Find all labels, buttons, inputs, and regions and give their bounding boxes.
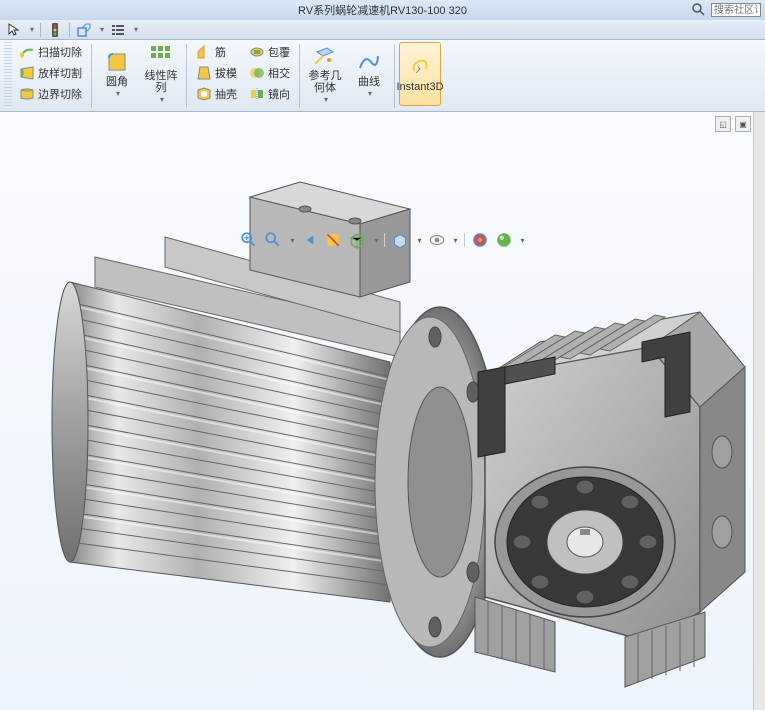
lofted-cut-button[interactable]: 放样切割 [16,63,85,83]
boundary-cut-button[interactable]: 边界切除 [16,84,85,104]
fillet-icon [105,50,129,74]
instant3d-icon [408,55,432,79]
viewport-corner-controls: ◱ ▣ [715,116,751,132]
dropdown-arrow-icon: ▾ [116,90,120,99]
vertical-scrollbar[interactable] [753,112,765,710]
dropdown-arrow-icon[interactable]: ▾ [374,236,378,245]
lofted-cut-icon [19,65,35,81]
search-icon [691,2,707,18]
fillet-label: 圆角 [106,76,128,88]
boundary-cut-icon [19,86,35,102]
dropdown-arrow-icon[interactable]: ▾ [100,25,104,34]
separator [299,44,300,108]
boundary-cut-label: 边界切除 [38,86,82,102]
swept-cut-label: 扫描切除 [38,44,82,60]
wrap-button[interactable]: 包覆 [246,42,293,62]
separator [384,233,385,247]
linear-pattern-button[interactable]: 线性阵列 ▾ [140,42,182,106]
intersect-icon [249,65,265,81]
intersect-button[interactable]: 相交 [246,63,293,83]
reference-geometry-button[interactable]: 参考几何体 ▾ [304,42,346,106]
dropdown-arrow-icon[interactable]: ▾ [134,25,138,34]
mirror-icon [249,86,265,102]
wrap-label: 包覆 [268,44,290,60]
title-bar: RV系列蜗轮减速机RV130-100 320 [0,0,765,20]
wrap-icon [249,44,265,60]
rib-button[interactable]: 筋 [193,42,240,62]
window-title: RV系列蜗轮减速机RV130-100 320 [298,2,467,18]
refgeom-label: 参考几何体 [304,70,346,94]
curves-label: 曲线 [358,76,380,88]
hide-show-icon[interactable] [428,231,446,249]
3d-model-render [10,142,750,702]
gearbox-housing [475,312,745,687]
scene-icon[interactable] [495,231,513,249]
sketch-icon[interactable] [76,22,92,38]
shell-button[interactable]: 抽壳 [193,84,240,104]
appearance-icon[interactable] [471,231,489,249]
viewport-maximize-icon[interactable]: ▣ [735,116,751,132]
mirror-label: 镜向 [268,86,290,102]
options-icon[interactable] [110,22,126,38]
separator [40,23,41,37]
view-orientation-icon[interactable] [348,231,366,249]
ribbon-gripper [4,42,12,106]
draft-label: 拔模 [215,65,237,81]
separator [464,233,465,247]
previous-view-icon[interactable] [300,231,318,249]
instant3d-button[interactable]: Instant3D [399,42,441,106]
cursor-icon[interactable] [6,22,22,38]
lofted-cut-label: 放样切割 [38,65,82,81]
refgeom-icon [313,44,337,68]
separator [186,44,187,108]
features-group-3: 包覆 相交 镜向 [244,42,295,104]
separator [91,44,92,108]
display-style-icon[interactable] [391,231,409,249]
fillet-button[interactable]: 圆角 ▾ [96,42,138,106]
shell-icon [196,86,212,102]
quick-access-toolbar: ▾ ▾ ▾ [0,20,765,40]
dropdown-arrow-icon: ▾ [160,96,164,105]
dropdown-arrow-icon[interactable]: ▾ [521,236,525,245]
dropdown-arrow-icon: ▾ [324,96,328,105]
search-container [691,2,761,18]
dropdown-arrow-icon[interactable]: ▾ [290,236,294,245]
dropdown-arrow-icon: ▾ [368,90,372,99]
draft-icon [196,65,212,81]
swept-cut-button[interactable]: 扫描切除 [16,42,85,62]
intersect-label: 相交 [268,65,290,81]
separator [69,23,70,37]
dropdown-arrow-icon[interactable]: ▾ [30,25,34,34]
cut-features-group: 扫描切除 放样切割 边界切除 [14,42,87,104]
mirror-button[interactable]: 镜向 [246,84,293,104]
features-group-2: 筋 拔模 抽壳 [191,42,242,104]
swept-cut-icon [19,44,35,60]
draft-button[interactable]: 拔模 [193,63,240,83]
ribbon-toolbar: 扫描切除 放样切割 边界切除 圆角 ▾ 线性阵列 ▾ 筋 拔模 [0,40,765,112]
instant3d-label: Instant3D [396,81,443,93]
pattern-label: 线性阵列 [140,70,182,94]
dropdown-arrow-icon[interactable]: ▾ [417,236,421,245]
traffic-light-icon[interactable] [47,22,63,38]
shell-label: 抽壳 [215,86,237,102]
rib-label: 筋 [215,44,226,60]
pattern-icon [149,44,173,68]
zoom-fit-icon[interactable] [240,231,258,249]
dropdown-arrow-icon[interactable]: ▾ [454,236,458,245]
viewport-restore-icon[interactable]: ◱ [715,116,731,132]
section-view-icon[interactable] [324,231,342,249]
separator [394,44,395,108]
rib-icon [196,44,212,60]
curves-icon [357,50,381,74]
view-toolbar: ▾ ▾ ▾ ▾ ▾ [0,228,765,252]
zoom-area-icon[interactable] [264,231,282,249]
search-input[interactable] [711,3,761,17]
curves-button[interactable]: 曲线 ▾ [348,42,390,106]
3d-viewport[interactable]: ▾ ▾ ▾ ▾ ▾ ◱ ▣ [0,112,765,710]
